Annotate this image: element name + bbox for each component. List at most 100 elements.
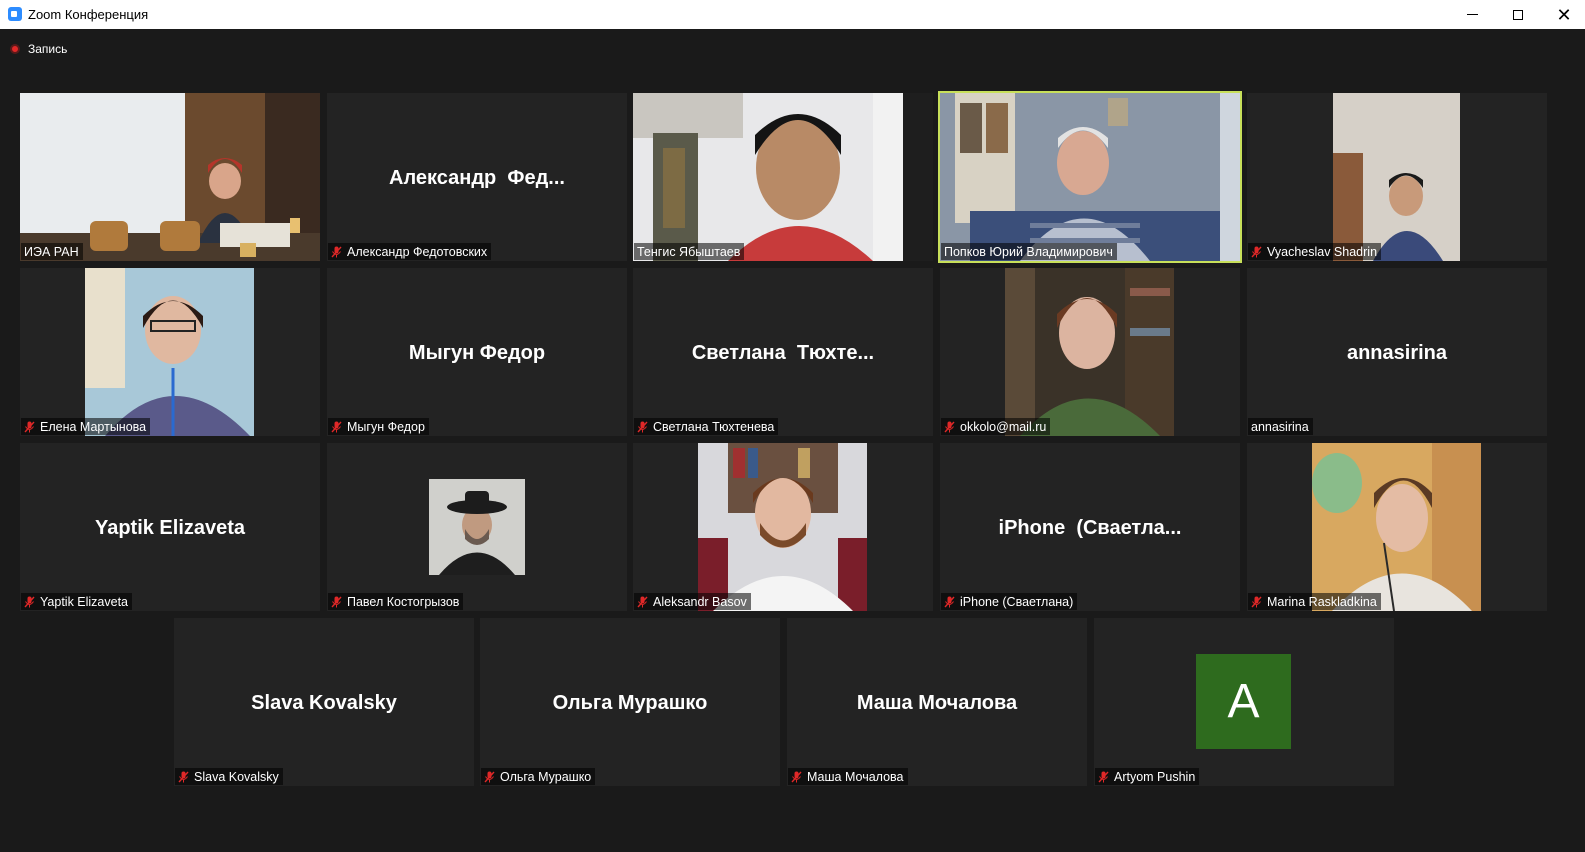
muted-mic-icon: [1251, 246, 1262, 257]
muted-mic-icon: [331, 596, 342, 607]
muted-mic-icon: [178, 771, 189, 782]
participant-tile[interactable]: Светлана Тюхте... Светлана Тюхтенева: [633, 268, 933, 436]
muted-mic-icon: [24, 596, 35, 607]
participant-name: Светлана Тюхтенева: [653, 419, 775, 434]
participant-tile[interactable]: ИЭА РАН: [20, 93, 320, 261]
participant-name-tag: Тенгис Ябыштаев: [634, 243, 745, 260]
recording-indicator[interactable]: Запись: [10, 41, 67, 57]
participant-name-tag: Светлана Тюхтенева: [634, 418, 779, 435]
participant-name-tag: Marina Raskladkina: [1248, 593, 1381, 610]
muted-mic-icon: [791, 771, 802, 782]
profile-photo: [429, 479, 525, 575]
participant-name-tag: Artyom Pushin: [1095, 768, 1200, 785]
participant-display-name: Мыгун Федор: [408, 342, 546, 364]
participant-tile[interactable]: Vyacheslav Shadrin: [1247, 93, 1547, 261]
participant-tile[interactable]: okkolo@mail.ru: [940, 268, 1240, 436]
participant-name: annasirina: [1251, 419, 1309, 434]
participant-name: Yaptik Elizaveta: [40, 594, 129, 609]
participant-name: Vyacheslav Shadrin: [1267, 244, 1378, 259]
video-feed: [1333, 93, 1460, 261]
minimize-icon: [1466, 14, 1478, 15]
muted-mic-icon: [637, 596, 648, 607]
participant-display-name: Светлана Тюхте...: [691, 342, 875, 364]
participant-name: ИЭА РАН: [24, 244, 79, 259]
video-feed: [85, 268, 254, 436]
record-dot-icon: [10, 44, 20, 54]
participant-name: Marina Raskladkina: [1267, 594, 1377, 609]
muted-mic-icon: [484, 771, 495, 782]
participant-name-tag: Aleksandr Basov: [634, 593, 751, 610]
participant-tile[interactable]: A Artyom Pushin: [1094, 618, 1394, 786]
participant-display-name: iPhone (Сваетла...: [998, 517, 1182, 539]
participant-name-tag: annasirina: [1248, 418, 1313, 435]
participant-tile[interactable]: Павел Костогрызов: [327, 443, 627, 611]
muted-mic-icon: [944, 421, 955, 432]
participant-tile[interactable]: Slava Kovalsky Slava Kovalsky: [174, 618, 474, 786]
close-icon: ✕: [1556, 4, 1572, 25]
participant-name: Маша Мочалова: [807, 769, 904, 784]
participant-display-name: Маша Мочалова: [856, 692, 1018, 714]
participant-name-tag: Елена Мартынова: [21, 418, 151, 435]
participant-tile[interactable]: Маша Мочалова Маша Мочалова: [787, 618, 1087, 786]
participant-display-name: Ольга Мурашко: [552, 692, 708, 714]
muted-mic-icon: [944, 596, 955, 607]
participant-tile[interactable]: Marina Raskladkina: [1247, 443, 1547, 611]
maximize-icon: [1513, 9, 1523, 20]
muted-mic-icon: [24, 421, 35, 432]
participant-tile[interactable]: Ольга Мурашко Ольга Мурашко: [480, 618, 780, 786]
participant-name-tag: Vyacheslav Shadrin: [1248, 243, 1382, 260]
participant-name: Попков Юрий Владимирович: [944, 244, 1113, 259]
participant-tile[interactable]: Елена Мартынова: [20, 268, 320, 436]
muted-mic-icon: [1098, 771, 1109, 782]
participant-name-tag: Ольга Мурашко: [481, 768, 596, 785]
participant-name-tag: Slava Kovalsky: [175, 768, 283, 785]
participant-tile-active-speaker[interactable]: Попков Юрий Владимирович: [938, 91, 1242, 263]
video-feed: [633, 93, 933, 261]
participant-tile[interactable]: Aleksandr Basov: [633, 443, 933, 611]
participant-name: Мыгун Федор: [347, 419, 425, 434]
participant-name: Александр Федотовских: [347, 244, 488, 259]
participant-tile[interactable]: annasirina annasirina: [1247, 268, 1547, 436]
recording-label: Запись: [28, 42, 68, 56]
video-feed: [20, 93, 320, 261]
maximize-button[interactable]: [1495, 0, 1541, 29]
participant-name: Ольга Мурашко: [500, 769, 592, 784]
participant-name-tag: Попков Юрий Владимирович: [941, 243, 1117, 260]
video-feed: [1005, 268, 1174, 436]
muted-mic-icon: [637, 421, 648, 432]
participant-name-tag: ИЭА РАН: [21, 243, 83, 260]
close-button[interactable]: ✕: [1541, 0, 1585, 29]
muted-mic-icon: [331, 246, 342, 257]
participant-name-tag: Павел Костогрызов: [328, 593, 464, 610]
muted-mic-icon: [1251, 596, 1262, 607]
video-feed: [1312, 443, 1481, 611]
participant-name-tag: Yaptik Elizaveta: [21, 593, 133, 610]
participant-name: Slava Kovalsky: [194, 769, 279, 784]
participant-tile[interactable]: Александр Фед... Александр Федотовских: [327, 93, 627, 261]
video-feed: [940, 93, 1240, 261]
participant-name-tag: Мыгун Федор: [328, 418, 429, 435]
participant-name-tag: iPhone (Сваетлана): [941, 593, 1078, 610]
participant-display-name: Yaptik Elizaveta: [94, 517, 246, 539]
participant-name: okkolo@mail.ru: [960, 419, 1047, 434]
participant-tile[interactable]: Мыгун Федор Мыгун Федор: [327, 268, 627, 436]
participant-tile[interactable]: iPhone (Сваетла... iPhone (Сваетлана): [940, 443, 1240, 611]
title-bar: Zoom Конференция ✕: [0, 0, 1585, 29]
participant-tile[interactable]: Тенгис Ябыштаев: [633, 93, 933, 261]
minimize-button[interactable]: [1449, 0, 1495, 29]
participant-name: iPhone (Сваетлана): [960, 594, 1074, 609]
participant-tile[interactable]: Yaptik Elizaveta Yaptik Elizaveta: [20, 443, 320, 611]
participant-display-name: Александр Фед...: [389, 167, 565, 189]
zoom-logo-icon: [8, 7, 22, 21]
participant-name: Павел Костогрызов: [347, 594, 460, 609]
participant-name-tag: Александр Федотовских: [328, 243, 492, 260]
avatar: A: [1196, 654, 1291, 749]
video-feed: [698, 443, 867, 611]
window-title: Zoom Конференция: [28, 7, 149, 22]
participant-name: Елена Мартынова: [40, 419, 147, 434]
participant-name: Aleksandr Basov: [653, 594, 747, 609]
participant-name-tag: okkolo@mail.ru: [941, 418, 1051, 435]
participant-name: Artyom Pushin: [1114, 769, 1196, 784]
participant-display-name: Slava Kovalsky: [251, 692, 397, 714]
participant-name-tag: Маша Мочалова: [788, 768, 908, 785]
